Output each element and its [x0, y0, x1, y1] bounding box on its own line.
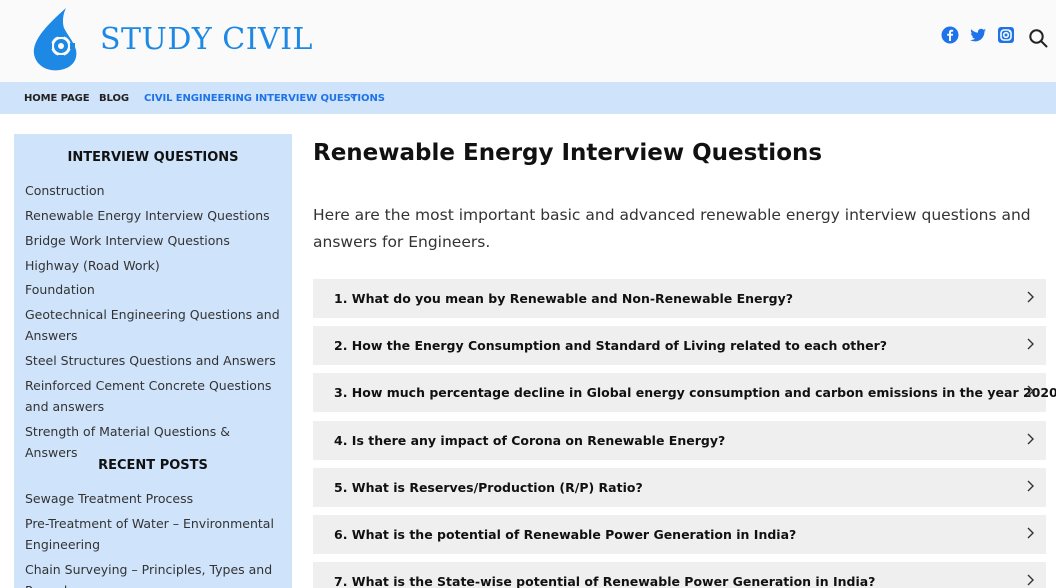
sidebar-link[interactable]: Geotechnical Engineering Questions and A…: [25, 304, 283, 346]
recent-post-link[interactable]: Pre-Treatment of Water – Environmental E…: [25, 513, 283, 555]
site-logo[interactable]: STUDY CIVIL: [28, 6, 312, 72]
chevron-right-icon: [1027, 480, 1034, 492]
twitter-icon[interactable]: [969, 26, 987, 44]
main-nav: HOME PAGE BLOG CIVIL ENGINEERING INTERVI…: [0, 82, 1056, 114]
chevron-right-icon: [1027, 433, 1034, 445]
sidebar-link[interactable]: Renewable Energy Interview Questions: [25, 205, 283, 226]
faq-item[interactable]: 2. How the Energy Consumption and Standa…: [313, 326, 1046, 365]
recent-post-link[interactable]: Sewage Treatment Process: [25, 488, 283, 509]
page-title: Renewable Energy Interview Questions: [313, 140, 823, 166]
faq-item[interactable]: 6. What is the potential of Renewable Po…: [313, 515, 1046, 554]
sidebar-link[interactable]: Foundation: [25, 279, 283, 300]
faq-question: 5. What is Reserves/Production (R/P) Rat…: [334, 480, 643, 495]
nav-item-home[interactable]: HOME PAGE: [24, 93, 90, 104]
faq-item[interactable]: 3. How much percentage decline in Global…: [313, 373, 1056, 412]
sidebar-link[interactable]: Steel Structures Questions and Answers: [25, 350, 283, 371]
sidebar: INTERVIEW QUESTIONS Construction Renewab…: [14, 134, 292, 588]
chevron-right-icon: [1027, 338, 1034, 350]
faq-item[interactable]: 4. Is there any impact of Corona on Rene…: [313, 421, 1046, 460]
faq-item[interactable]: 7. What is the State-wise potential of R…: [313, 562, 1046, 588]
faq-question: 3. How much percentage decline in Global…: [334, 385, 1056, 400]
chevron-right-icon: [1027, 574, 1034, 586]
chevron-right-icon: [1027, 291, 1034, 303]
faq-question: 6. What is the potential of Renewable Po…: [334, 527, 797, 542]
instagram-icon[interactable]: [997, 26, 1015, 44]
chevron-down-icon[interactable]: [349, 93, 357, 101]
faq-item[interactable]: 1. What do you mean by Renewable and Non…: [313, 279, 1046, 318]
faq-question: 7. What is the State-wise potential of R…: [334, 574, 876, 588]
recent-post-link[interactable]: Chain Surveying – Principles, Types and …: [25, 559, 283, 588]
faq-question: 1. What do you mean by Renewable and Non…: [334, 291, 794, 306]
chevron-right-icon: [1027, 385, 1034, 397]
faq-item[interactable]: 5. What is Reserves/Production (R/P) Rat…: [313, 468, 1046, 507]
facebook-icon[interactable]: [941, 26, 959, 44]
sidebar-link[interactable]: Highway (Road Work): [25, 255, 283, 276]
sidebar-link[interactable]: Reinforced Cement Concrete Questions and…: [25, 375, 283, 417]
site-header: STUDY CIVIL: [0, 0, 1056, 82]
faq-question: 2. How the Energy Consumption and Standa…: [334, 338, 888, 353]
sidebar-link[interactable]: Strength of Material Questions & Answers: [25, 421, 283, 463]
search-icon[interactable]: [1028, 28, 1048, 48]
sidebar-heading-interview-questions: INTERVIEW QUESTIONS: [67, 150, 239, 165]
sidebar-link[interactable]: Construction: [25, 180, 283, 201]
sidebar-link[interactable]: Bridge Work Interview Questions: [25, 230, 283, 251]
sidebar-heading-recent-posts: RECENT POSTS: [98, 458, 208, 473]
logo-text: STUDY CIVIL: [100, 22, 313, 57]
chevron-right-icon: [1027, 527, 1034, 539]
nav-item-blog[interactable]: BLOG: [99, 93, 129, 104]
logo-drop-icon: [33, 8, 77, 71]
faq-question: 4. Is there any impact of Corona on Rene…: [334, 433, 726, 448]
intro-paragraph: Here are the most important basic and ad…: [313, 206, 1031, 251]
